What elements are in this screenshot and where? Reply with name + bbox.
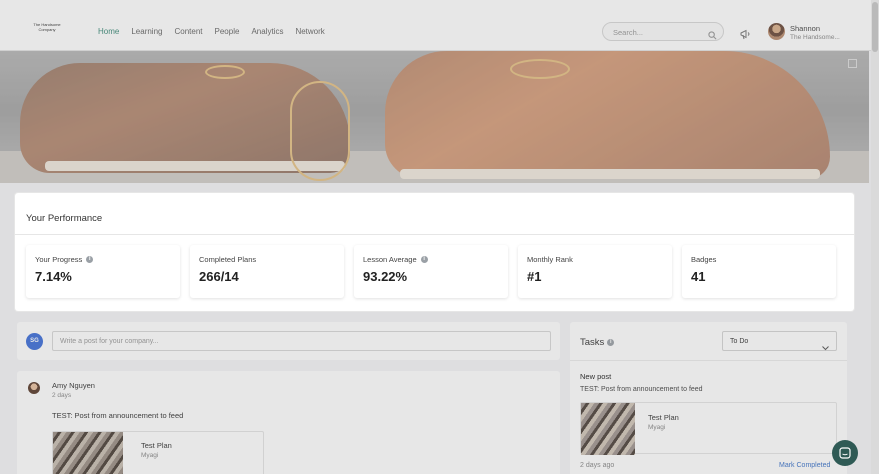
- performance-divider: [15, 234, 854, 235]
- performance-title: Your Performance: [26, 213, 103, 224]
- megaphone-icon[interactable]: [740, 27, 752, 45]
- stat-label-row: Badges: [691, 255, 716, 264]
- tasks-panel: Tasks i To Do New post TEST: Post from a…: [570, 322, 847, 474]
- stat-label: Lesson Average: [363, 255, 417, 264]
- post-author[interactable]: Amy Nguyen: [52, 381, 95, 390]
- user-name[interactable]: Shannon: [790, 24, 820, 33]
- page-scrollbar[interactable]: [871, 0, 879, 474]
- stat-label-row: Lesson Average i: [363, 255, 428, 264]
- chat-button[interactable]: [832, 440, 858, 466]
- user-company: The Handsome...: [790, 34, 840, 41]
- info-icon[interactable]: i: [607, 339, 615, 346]
- post-composer: SG Write a post for your company...: [17, 322, 560, 360]
- stat-value: #1: [527, 269, 542, 284]
- nav-learning[interactable]: Learning: [131, 27, 162, 36]
- search-input[interactable]: Search...: [602, 22, 724, 41]
- stat-value: 93.22%: [363, 269, 408, 284]
- composer-avatar: SG: [26, 333, 43, 350]
- performance-card: Your Performance Your Progress i 7.14% C…: [15, 193, 854, 311]
- stat-label: Completed Plans: [199, 255, 257, 264]
- stat-label-row: Monthly Rank: [527, 255, 573, 264]
- attachment-thumbnail: [53, 432, 123, 474]
- info-icon[interactable]: i: [420, 256, 428, 263]
- nav-analytics[interactable]: Analytics: [251, 27, 283, 36]
- user-avatar[interactable]: [768, 23, 785, 40]
- tasks-title: Tasks i: [580, 337, 615, 348]
- post-placeholder: Write a post for your company...: [60, 338, 159, 345]
- stat-label-row: Your Progress i: [35, 255, 94, 264]
- attachment-subtitle: Myagi: [648, 424, 666, 431]
- stat-value: 7.14%: [35, 269, 72, 284]
- nav-people[interactable]: People: [215, 27, 240, 36]
- stat-label: Badges: [691, 255, 717, 264]
- banner-veil: [0, 51, 869, 183]
- stat-value: 266/14: [199, 269, 239, 284]
- scrollbar-thumb[interactable]: [872, 2, 878, 52]
- chat-icon: [839, 447, 851, 459]
- stat-label: Monthly Rank: [527, 255, 573, 264]
- stat-completed-plans[interactable]: Completed Plans 266/14: [190, 245, 344, 298]
- cover-banner: [0, 51, 869, 183]
- post-text: TEST: Post from announcement to feed: [52, 411, 184, 420]
- stat-label: Your Progress: [35, 255, 83, 264]
- nav-network[interactable]: Network: [295, 27, 324, 36]
- mark-completed-link[interactable]: Mark Completed: [779, 462, 830, 469]
- attachment-thumbnail: [581, 403, 635, 455]
- author-avatar[interactable]: [28, 382, 40, 394]
- feed-post: Amy Nguyen 2 days TEST: Post from announ…: [17, 371, 560, 474]
- search-icon[interactable]: [708, 27, 717, 45]
- task-description: TEST: Post from announcement to feed: [580, 386, 703, 393]
- stat-label-row: Completed Plans: [199, 255, 256, 264]
- search-placeholder: Search...: [613, 28, 644, 37]
- stat-value: 41: [691, 269, 706, 284]
- stat-badges[interactable]: Badges 41: [682, 245, 836, 298]
- post-attachment[interactable]: Test Plan Myagi: [52, 431, 264, 474]
- image-edit-icon[interactable]: [848, 59, 857, 68]
- nav-home[interactable]: Home: [98, 27, 119, 36]
- info-icon[interactable]: i: [86, 256, 94, 263]
- task-heading: New post: [580, 372, 612, 381]
- tasks-filter-value: To Do: [730, 338, 749, 345]
- nav-content[interactable]: Content: [174, 27, 202, 36]
- attachment-title: Test Plan: [648, 413, 679, 422]
- chevron-down-icon: [822, 338, 829, 356]
- tasks-title-text: Tasks: [580, 337, 605, 348]
- stat-monthly-rank[interactable]: Monthly Rank #1: [518, 245, 672, 298]
- main-nav: Home Learning Content People Analytics N…: [98, 27, 325, 36]
- top-navbar: The Handsome Company Home Learning Conte…: [0, 0, 871, 51]
- stat-lesson-average[interactable]: Lesson Average i 93.22%: [354, 245, 508, 298]
- company-logo[interactable]: The Handsome Company: [30, 22, 64, 38]
- attachment-subtitle: Myagi: [141, 452, 159, 459]
- tasks-divider: [570, 360, 847, 361]
- post-time: 2 days: [52, 392, 72, 399]
- task-time: 2 days ago: [580, 462, 615, 469]
- attachment-title: Test Plan: [141, 441, 172, 450]
- post-input[interactable]: Write a post for your company...: [52, 331, 551, 351]
- task-attachment[interactable]: Test Plan Myagi: [580, 402, 837, 455]
- tasks-filter-select[interactable]: To Do: [722, 331, 837, 351]
- stat-your-progress[interactable]: Your Progress i 7.14%: [26, 245, 180, 298]
